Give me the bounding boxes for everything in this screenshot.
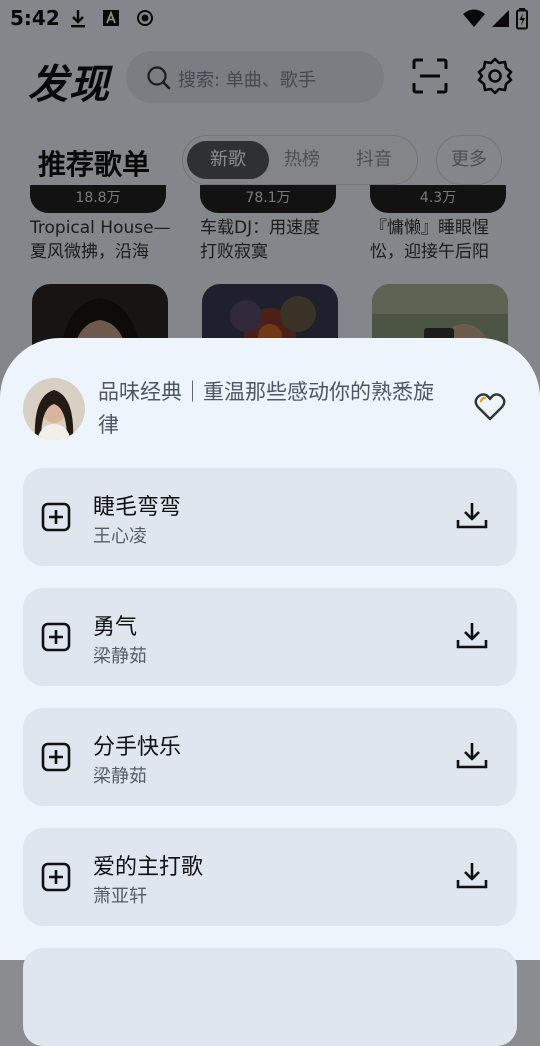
playlist-bottom-sheet: 品味经典｜重温那些感动你的熟悉旋律 睫毛弯弯 王心凌 勇气 梁静茹 分手快乐 梁… <box>0 338 540 1046</box>
song-title: 分手快乐 <box>93 735 182 760</box>
song-item[interactable]: 分手快乐 梁静茹 <box>23 708 517 806</box>
song-title: 爱的主打歌 <box>93 855 204 880</box>
playlist-title: 品味经典｜重温那些感动你的熟悉旋律 <box>98 380 434 437</box>
add-to-playlist-icon[interactable] <box>41 502 71 532</box>
song-title: 睫毛弯弯 <box>93 495 182 520</box>
song-item[interactable]: 爱的主打歌 萧亚轩 <box>23 828 517 926</box>
download-icon[interactable] <box>455 500 489 532</box>
song-item[interactable] <box>23 948 517 1046</box>
song-item[interactable]: 勇气 梁静茹 <box>23 588 517 686</box>
song-artist: 梁静茹 <box>93 766 147 787</box>
add-to-playlist-icon[interactable] <box>41 862 71 892</box>
song-artist: 萧亚轩 <box>93 886 147 907</box>
song-title: 勇气 <box>93 615 138 640</box>
download-icon[interactable] <box>455 620 489 652</box>
song-artist: 梁静茹 <box>93 646 147 667</box>
add-to-playlist-icon[interactable] <box>41 742 71 772</box>
download-icon[interactable] <box>455 860 489 892</box>
song-item[interactable]: 睫毛弯弯 王心凌 <box>23 468 517 566</box>
heart-favorite-icon[interactable] <box>474 392 506 422</box>
playlist-avatar <box>23 378 85 440</box>
add-to-playlist-icon[interactable] <box>41 622 71 652</box>
song-artist: 王心凌 <box>93 526 147 547</box>
download-icon[interactable] <box>455 740 489 772</box>
